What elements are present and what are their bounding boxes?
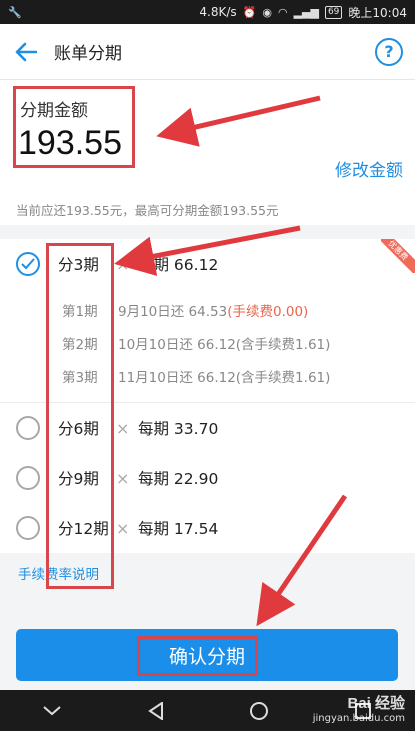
chevron-down-icon[interactable] <box>30 696 74 726</box>
plan-option-3[interactable]: 分3期 × 每期 66.12 <box>0 239 415 289</box>
battery-icon: 69 <box>324 5 343 19</box>
plan-periods: 分12期 <box>58 520 109 538</box>
amount-note: 当前应还193.55元，最高可分期金额193.55元 <box>16 203 279 218</box>
plan-periods: 分6期 <box>58 420 99 438</box>
modify-amount-link[interactable]: 修改金额 <box>335 156 403 181</box>
plan-periods: 分3期 <box>58 256 99 274</box>
installment-plans: 优惠费 分3期 × 每期 66.12 第1期 9月10日还 64.53 (手续费0… <box>0 239 415 589</box>
app-header: 账单分期 ? <box>0 24 415 80</box>
signal-icon: ▂▄▆ <box>293 5 319 19</box>
plan-option-12[interactable]: 分12期 × 每期 17.54 <box>0 503 415 553</box>
detail-text: 9月10日还 64.53 <box>118 303 228 320</box>
radio-checked-icon[interactable] <box>16 252 40 276</box>
plan-each-amount: 每期 17.54 <box>138 520 219 538</box>
plan-each-amount: 每期 33.70 <box>138 420 219 438</box>
radio-unchecked-icon[interactable] <box>16 466 40 490</box>
times-icon: × <box>116 518 130 538</box>
back-arrow-icon[interactable] <box>12 38 40 66</box>
annotation-highlight-box <box>137 636 258 676</box>
times-icon: × <box>116 468 130 488</box>
amount-card: 分期金额 193.55 修改金额 当前应还193.55元，最高可分期金额193.… <box>0 80 415 225</box>
status-bar: 🔧 4.8K/s ⏰ ◉ ◠ ▂▄▆ 69 晚上10:04 <box>0 0 415 24</box>
plan-each-amount: 每期 66.12 <box>138 256 219 274</box>
watermark-brand: Bai 经验 <box>347 695 405 712</box>
times-icon: × <box>116 418 130 438</box>
nav-home-icon[interactable] <box>237 696 281 726</box>
detail-fee: (手续费0.00) <box>227 303 309 320</box>
page-title: 账单分期 <box>54 44 122 64</box>
help-icon[interactable]: ? <box>375 37 403 66</box>
detail-text: 11月10日还 66.12(含手续费1.61) <box>118 369 331 386</box>
wifi-icon: ◠ <box>277 5 288 19</box>
baidu-watermark: Bai 经验 jingyan.baidu.com <box>313 692 405 724</box>
watermark-url: jingyan.baidu.com <box>312 713 405 724</box>
alarm-icon: ⏰ <box>242 5 257 19</box>
plan-each-amount: 每期 22.90 <box>138 470 219 488</box>
plan-periods: 分9期 <box>58 470 99 488</box>
status-time: 晚上10:04 <box>348 5 407 20</box>
radio-unchecked-icon[interactable] <box>16 516 40 540</box>
network-speed: 4.8K/s <box>199 5 237 19</box>
wrench-icon: 🔧 <box>8 5 22 19</box>
amount-value: 193.55 <box>18 124 122 162</box>
radio-unchecked-icon[interactable] <box>16 416 40 440</box>
amount-label: 分期金额 <box>20 101 88 121</box>
times-icon: × <box>116 254 130 274</box>
plan-option-6[interactable]: 分6期 × 每期 33.70 <box>0 403 415 453</box>
detail-text: 10月10日还 66.12(含手续费1.61) <box>118 336 331 353</box>
plan-option-9[interactable]: 分9期 × 每期 22.90 <box>0 453 415 503</box>
eye-icon: ◉ <box>262 5 272 19</box>
nav-back-icon[interactable] <box>134 696 178 726</box>
